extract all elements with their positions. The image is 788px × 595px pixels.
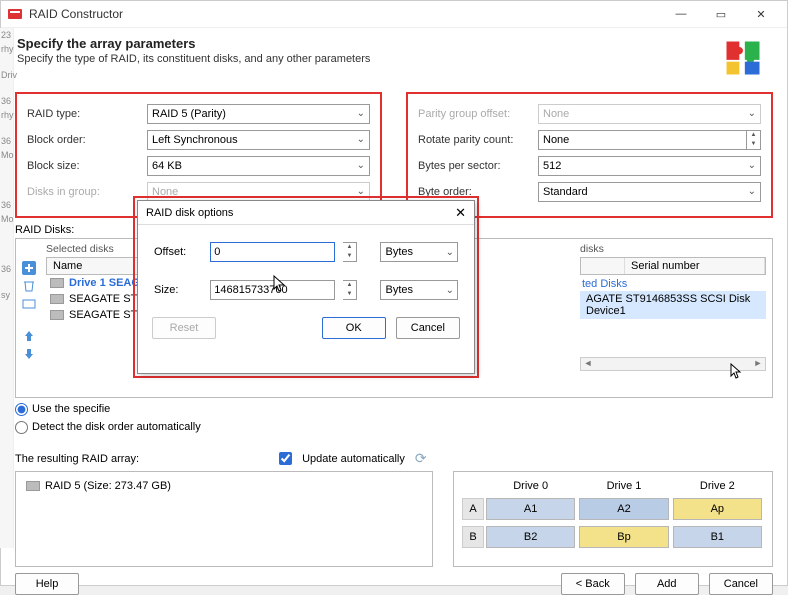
grid-col-header: Drive 2 — [671, 480, 764, 492]
rotate-parity-spin[interactable]: None▲▼ — [538, 130, 761, 150]
grid-cell: Ap — [673, 498, 762, 520]
modal-title: RAID disk options — [146, 207, 455, 219]
connected-disk-item[interactable]: AGATE ST9146853SS SCSI Disk Device1 — [580, 291, 766, 319]
byte-order-select[interactable]: Standard⌄ — [538, 182, 761, 202]
size-unit-select[interactable]: Bytes⌄ — [380, 280, 458, 300]
byte-order-label: Byte order: — [418, 186, 538, 198]
app-icon — [7, 6, 23, 22]
parity-offset-label: Parity group offset: — [418, 108, 538, 120]
grid-row: AA1A2Ap — [462, 498, 764, 520]
refresh-icon[interactable]: ⟳ — [415, 450, 427, 467]
connected-header: Serial number — [580, 257, 766, 275]
size-spinner[interactable]: ▲▼ — [343, 280, 357, 300]
update-auto-label: Update automatically — [302, 453, 405, 465]
bytes-per-sector-select[interactable]: 512⌄ — [538, 156, 761, 176]
result-array-item[interactable]: RAID 5 (Size: 273.47 GB) — [22, 478, 426, 494]
help-button[interactable]: Help — [15, 573, 79, 595]
size-input[interactable] — [210, 280, 335, 300]
grid-cell: A2 — [579, 498, 668, 520]
close-button[interactable]: ✕ — [741, 1, 781, 27]
add-button[interactable]: Add — [635, 573, 699, 595]
modal-close-icon[interactable]: ✕ — [455, 205, 466, 221]
grid-cell: A1 — [486, 498, 575, 520]
grid-col-header: Drive 0 — [484, 480, 577, 492]
cancel-button[interactable]: Cancel — [709, 573, 773, 595]
update-auto-checkbox[interactable] — [279, 452, 292, 465]
back-button[interactable]: < Back — [561, 573, 625, 595]
window-title: RAID Constructor — [29, 7, 661, 21]
edit-disk-icon[interactable] — [22, 297, 36, 311]
disks-in-group-label: Disks in group: — [27, 186, 147, 198]
grid-cell: B1 — [673, 526, 762, 548]
parity-offset-select: None⌄ — [538, 104, 761, 124]
raid-disk-options-dialog: RAID disk options ✕ Offset: ▲▼ Bytes⌄ Si… — [137, 200, 475, 374]
ok-button[interactable]: OK — [322, 317, 386, 339]
raid-type-select[interactable]: RAID 5 (Parity)⌄ — [147, 104, 370, 124]
maximize-button[interactable]: ▭ — [701, 1, 741, 27]
minimize-button[interactable]: — — [661, 1, 701, 27]
rotate-parity-label: Rotate parity count: — [418, 134, 538, 146]
grid-col-header: Drive 1 — [577, 480, 670, 492]
result-array-box: RAID 5 (Size: 273.47 GB) — [15, 471, 433, 567]
result-label: The resulting RAID array: — [15, 453, 139, 465]
disks-in-group-select: None⌄ — [147, 182, 370, 202]
page-title: Specify the array parameters — [17, 36, 721, 51]
grid-cell: B2 — [486, 526, 575, 548]
serial-col: Serial number — [625, 258, 765, 274]
radio-use-specified[interactable] — [15, 403, 28, 416]
modal-cancel-button[interactable]: Cancel — [396, 317, 460, 339]
move-up-icon[interactable] — [22, 329, 36, 343]
reset-button: Reset — [152, 317, 216, 339]
page-subtitle: Specify the type of RAID, its constituen… — [17, 53, 721, 65]
raid-type-label: RAID type: — [27, 108, 147, 120]
puzzle-icon — [721, 36, 765, 80]
block-order-select[interactable]: Left Synchronous⌄ — [147, 130, 370, 150]
add-disk-icon[interactable] — [22, 261, 36, 275]
layout-grid: Drive 0Drive 1Drive 2 AA1A2Ap BB2BpB1 — [453, 471, 773, 567]
block-size-label: Block size: — [27, 160, 147, 172]
titlebar: RAID Constructor — ▭ ✕ — [1, 1, 787, 28]
grid-cell: Bp — [579, 526, 668, 548]
connected-col-partial: disks — [580, 243, 766, 255]
offset-unit-select[interactable]: Bytes⌄ — [380, 242, 458, 262]
size-label: Size: — [154, 284, 202, 296]
offset-input[interactable] — [210, 242, 335, 262]
block-size-select[interactable]: 64 KB⌄ — [147, 156, 370, 176]
cursor-icon-2 — [730, 363, 744, 379]
connected-disks-title: ted Disks — [582, 278, 766, 290]
move-down-icon[interactable] — [22, 347, 36, 361]
page-header: Specify the array parameters Specify the… — [1, 28, 787, 88]
offset-spinner[interactable]: ▲▼ — [343, 242, 357, 262]
block-order-label: Block order: — [27, 134, 147, 146]
offset-label: Offset: — [154, 246, 202, 258]
bytes-per-sector-label: Bytes per sector: — [418, 160, 538, 172]
grid-row: BB2BpB1 — [462, 526, 764, 548]
radio-detect-auto[interactable] — [15, 421, 28, 434]
delete-disk-icon[interactable] — [22, 279, 36, 293]
